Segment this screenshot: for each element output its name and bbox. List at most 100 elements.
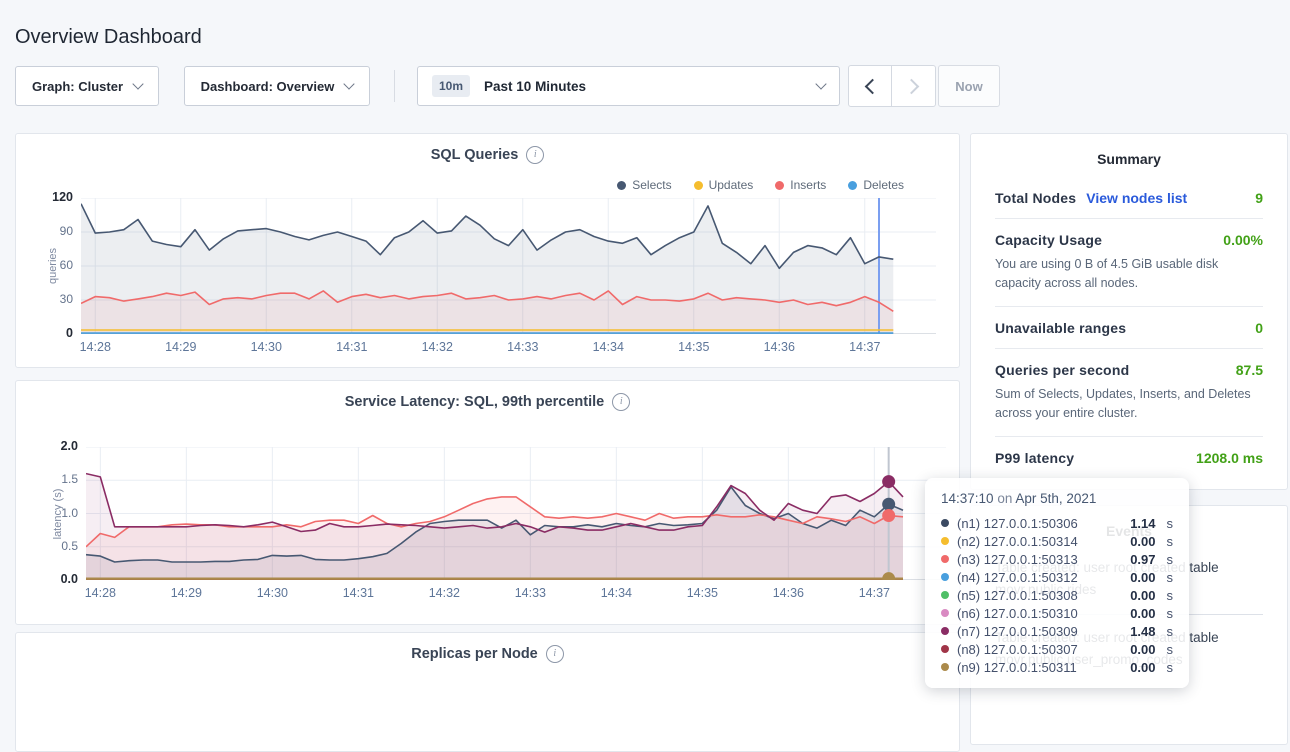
service-latency-plot[interactable]: latency (s) 14:2814:2914:3014:3114:3214:… — [86, 447, 946, 580]
x-axis-tick: 14:33 — [499, 340, 547, 354]
node-color-dot-icon — [941, 537, 949, 545]
tooltip-node-row: (n6) 127.0.0.1:503100.00s — [941, 604, 1173, 622]
node-color-dot-icon — [941, 573, 949, 581]
legend-dot-icon — [694, 181, 703, 190]
chevron-left-icon — [864, 78, 880, 94]
x-axis-tick: 14:36 — [764, 586, 812, 600]
x-axis-tick: 14:35 — [678, 586, 726, 600]
time-range-label: Past 10 Minutes — [484, 79, 806, 94]
time-range-picker[interactable]: 10m Past 10 Minutes — [417, 66, 840, 106]
tooltip-node-row: (n1) 127.0.0.1:503061.14s — [941, 514, 1173, 532]
p99-latency-value: 1208.0 ms — [1196, 450, 1263, 466]
x-axis-tick: 14:33 — [506, 586, 554, 600]
node-color-dot-icon — [941, 627, 949, 635]
y-axis-tick: 0 — [29, 326, 73, 340]
x-axis-tick: 14:35 — [670, 340, 718, 354]
y-axis-tick: 90 — [29, 224, 73, 238]
chevron-down-icon — [344, 78, 355, 89]
legend-dot-icon — [848, 181, 857, 190]
graph-dropdown-label: Graph: Cluster — [32, 79, 123, 94]
legend-item: Updates — [694, 178, 754, 192]
unavailable-ranges-label: Unavailable ranges — [995, 320, 1126, 336]
replicas-per-node-title: Replicas per Node — [411, 646, 538, 662]
tooltip-node-row: (n4) 127.0.0.1:503120.00s — [941, 568, 1173, 586]
legend-item: Inserts — [775, 178, 826, 192]
time-prev-button[interactable] — [848, 65, 892, 107]
capacity-usage-label: Capacity Usage — [995, 232, 1102, 248]
summary-row-total-nodes: Total Nodes View nodes list 9 — [995, 177, 1263, 219]
page-title: Overview Dashboard — [15, 26, 202, 49]
time-range-badge: 10m — [432, 75, 470, 97]
toolbar-divider — [394, 70, 395, 102]
queries-per-second-label: Queries per second — [995, 362, 1129, 378]
sql-queries-panel: SQL Queries i Selects Updates Inserts Delet… — [15, 133, 960, 368]
dashboard-dropdown[interactable]: Dashboard: Overview — [184, 66, 370, 106]
legend-dot-icon — [617, 181, 626, 190]
chevron-down-icon — [815, 78, 826, 89]
legend-item: Deletes — [848, 178, 904, 192]
sql-queries-legend: Selects Updates Inserts Deletes — [617, 178, 904, 192]
unavailable-ranges-value: 0 — [1255, 320, 1263, 336]
service-latency-title: Service Latency: SQL, 99th percentile — [345, 394, 605, 410]
legend-item: Selects — [617, 178, 671, 192]
node-color-dot-icon — [941, 519, 949, 527]
capacity-usage-value: 0.00% — [1223, 232, 1263, 248]
x-axis-tick: 14:29 — [157, 340, 205, 354]
info-icon[interactable]: i — [612, 393, 630, 411]
summary-title: Summary — [971, 134, 1287, 167]
capacity-usage-description: You are using 0 B of 4.5 GiB usable disk… — [995, 255, 1263, 294]
tooltip-node-row: (n3) 127.0.0.1:503130.97s — [941, 550, 1173, 568]
x-axis-tick: 14:28 — [71, 340, 119, 354]
tooltip-node-row: (n9) 127.0.0.1:503110.00s — [941, 658, 1173, 676]
node-color-dot-icon — [941, 645, 949, 653]
summary-row-capacity: Capacity Usage 0.00% You are using 0 B o… — [995, 219, 1263, 307]
summary-row-unavailable-ranges: Unavailable ranges 0 — [995, 307, 1263, 349]
time-next-button[interactable] — [892, 65, 936, 107]
chart-hover-tooltip: 14:37:10 on Apr 5th, 2021 (n1) 127.0.0.1… — [925, 478, 1189, 688]
summary-row-p99: P99 latency 1208.0 ms — [995, 437, 1263, 478]
x-axis-tick: 14:32 — [413, 340, 461, 354]
y-axis-tick: 60 — [29, 258, 73, 272]
x-axis-tick: 14:34 — [592, 586, 640, 600]
info-icon[interactable]: i — [526, 146, 544, 164]
x-axis-tick: 14:34 — [584, 340, 632, 354]
x-axis-tick: 14:32 — [420, 586, 468, 600]
node-color-dot-icon — [941, 555, 949, 563]
graph-dropdown[interactable]: Graph: Cluster — [15, 66, 159, 106]
tooltip-node-row: (n7) 127.0.0.1:503091.48s — [941, 622, 1173, 640]
queries-per-second-value: 87.5 — [1236, 362, 1263, 378]
x-axis-tick: 14:36 — [755, 340, 803, 354]
x-axis-tick: 14:30 — [242, 340, 290, 354]
x-axis-tick: 14:31 — [328, 340, 376, 354]
y-axis-tick: 120 — [29, 190, 73, 204]
y-axis-tick: 0.5 — [34, 539, 78, 553]
node-color-dot-icon — [941, 609, 949, 617]
p99-latency-label: P99 latency — [995, 450, 1074, 466]
summary-row-qps: Queries per second 87.5 Sum of Selects, … — [995, 349, 1263, 437]
summary-panel: Summary Total Nodes View nodes list 9 Ca… — [970, 133, 1288, 490]
tooltip-node-row: (n5) 127.0.0.1:503080.00s — [941, 586, 1173, 604]
info-icon[interactable]: i — [546, 645, 564, 663]
y-axis-tick: 2.0 — [34, 439, 78, 453]
now-button[interactable]: Now — [938, 65, 1000, 107]
x-axis-tick: 14:28 — [76, 586, 124, 600]
dashboard-dropdown-label: Dashboard: Overview — [201, 79, 335, 94]
tooltip-timestamp: 14:37:10 on Apr 5th, 2021 — [941, 491, 1173, 506]
legend-dot-icon — [775, 181, 784, 190]
view-nodes-list-link[interactable]: View nodes list — [1086, 190, 1187, 206]
total-nodes-label: Total Nodes — [995, 190, 1076, 206]
chevron-right-icon — [904, 78, 920, 94]
sql-queries-plot[interactable]: queries 14:2814:2914:3014:3114:3214:3314… — [81, 198, 936, 334]
y-axis-tick: 30 — [29, 292, 73, 306]
replicas-per-node-panel: Replicas per Node i — [15, 632, 960, 752]
x-axis-tick: 14:31 — [334, 586, 382, 600]
tooltip-node-row: (n8) 127.0.0.1:503070.00s — [941, 640, 1173, 658]
x-axis-tick: 14:29 — [162, 586, 210, 600]
y-axis-tick: 1.0 — [34, 506, 78, 520]
total-nodes-value: 9 — [1255, 190, 1263, 206]
now-button-label: Now — [955, 79, 982, 94]
service-latency-panel: Service Latency: SQL, 99th percentile i … — [15, 380, 960, 625]
x-axis-tick: 14:37 — [850, 586, 898, 600]
y-axis-tick: 0.0 — [34, 572, 78, 586]
sql-queries-title: SQL Queries — [431, 147, 519, 163]
